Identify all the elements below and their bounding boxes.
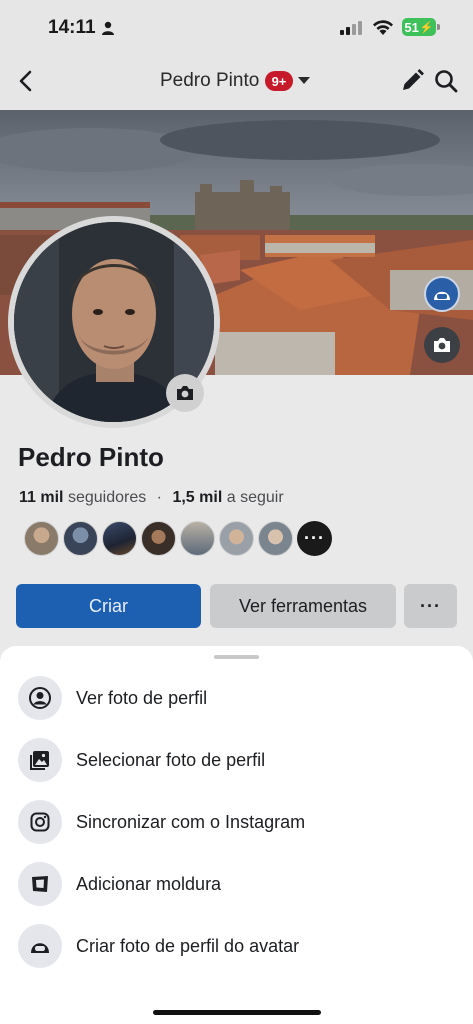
- stats-separator: ·: [156, 489, 162, 506]
- status-bar: 14:11 51 ⚡: [0, 0, 473, 54]
- friend-avatar[interactable]: [219, 521, 254, 556]
- home-indicator[interactable]: [153, 1010, 321, 1015]
- friends-row: ···: [24, 521, 332, 556]
- camera-icon: [177, 386, 193, 400]
- status-time: 14:11: [48, 17, 96, 38]
- sheet-item-label: Criar foto de perfil do avatar: [76, 935, 300, 956]
- more-options-button[interactable]: ···: [404, 584, 457, 628]
- avatar-button[interactable]: [424, 276, 460, 312]
- battery-charging-icon: 51 ⚡: [402, 18, 436, 36]
- view-tools-button[interactable]: Ver ferramentas: [210, 584, 396, 628]
- person-icon: [102, 21, 114, 35]
- sheet-item-label: Ver foto de perfil: [76, 687, 208, 708]
- profile-camera-button[interactable]: [166, 374, 204, 412]
- following-label[interactable]: a seguir: [227, 489, 284, 506]
- followers-count[interactable]: 11 mil: [19, 489, 63, 506]
- sheet-item-create-avatar-photo[interactable]: Criar foto de perfil do avatar: [18, 924, 458, 968]
- signal-icon: [340, 20, 362, 35]
- friend-avatar[interactable]: [180, 521, 215, 556]
- profile-circle-icon: [18, 676, 62, 720]
- sheet-item-select-profile-photo[interactable]: Selecionar foto de perfil: [18, 738, 458, 782]
- create-button[interactable]: Criar: [16, 584, 201, 628]
- sheet-item-sync-instagram[interactable]: Sincronizar com o Instagram: [18, 800, 458, 844]
- cover-camera-button[interactable]: [424, 327, 460, 363]
- sheet-item-label: Selecionar foto de perfil: [76, 749, 266, 770]
- frame-icon: [18, 862, 62, 906]
- sheet-item-label: Sincronizar com o Instagram: [76, 811, 306, 832]
- avatar-icon: [434, 291, 450, 300]
- sheet-item-view-profile-photo[interactable]: Ver foto de perfil: [18, 676, 458, 720]
- friend-avatar[interactable]: [24, 521, 59, 556]
- sheet-item-add-frame[interactable]: Adicionar moldura: [18, 862, 458, 906]
- following-count[interactable]: 1,5 mil: [172, 489, 222, 506]
- profile-stats: 11 mil seguidores · 1,5 mil a seguir: [19, 489, 284, 507]
- back-arrow-icon[interactable]: [14, 68, 38, 94]
- notification-badge: 9+: [265, 71, 293, 91]
- profile-photo-sheet: Ver foto de perfil Selecionar foto de pe…: [0, 646, 473, 1024]
- battery-level: 51: [404, 19, 419, 35]
- camera-icon: [434, 338, 450, 352]
- sheet-item-label: Adicionar moldura: [76, 873, 222, 894]
- photo-gallery-icon: [18, 738, 62, 782]
- sheet-drag-handle[interactable]: [214, 655, 259, 659]
- chevron-down-icon[interactable]: [298, 77, 310, 84]
- profile-name: Pedro Pinto: [18, 442, 164, 472]
- friend-avatar[interactable]: [63, 521, 98, 556]
- avatar-icon: [18, 924, 62, 968]
- search-icon[interactable]: [433, 68, 459, 94]
- wifi-icon: [373, 20, 393, 35]
- pencil-icon[interactable]: [399, 68, 425, 94]
- battery-tip: [437, 24, 440, 30]
- nav-title[interactable]: Pedro Pinto: [160, 70, 259, 92]
- followers-label[interactable]: seguidores: [68, 489, 146, 506]
- friend-avatar[interactable]: [141, 521, 176, 556]
- top-nav: Pedro Pinto 9+: [0, 54, 473, 110]
- friend-avatar[interactable]: [258, 521, 293, 556]
- instagram-icon: [18, 800, 62, 844]
- more-friends-button[interactable]: ···: [297, 521, 332, 556]
- friend-avatar[interactable]: [102, 521, 137, 556]
